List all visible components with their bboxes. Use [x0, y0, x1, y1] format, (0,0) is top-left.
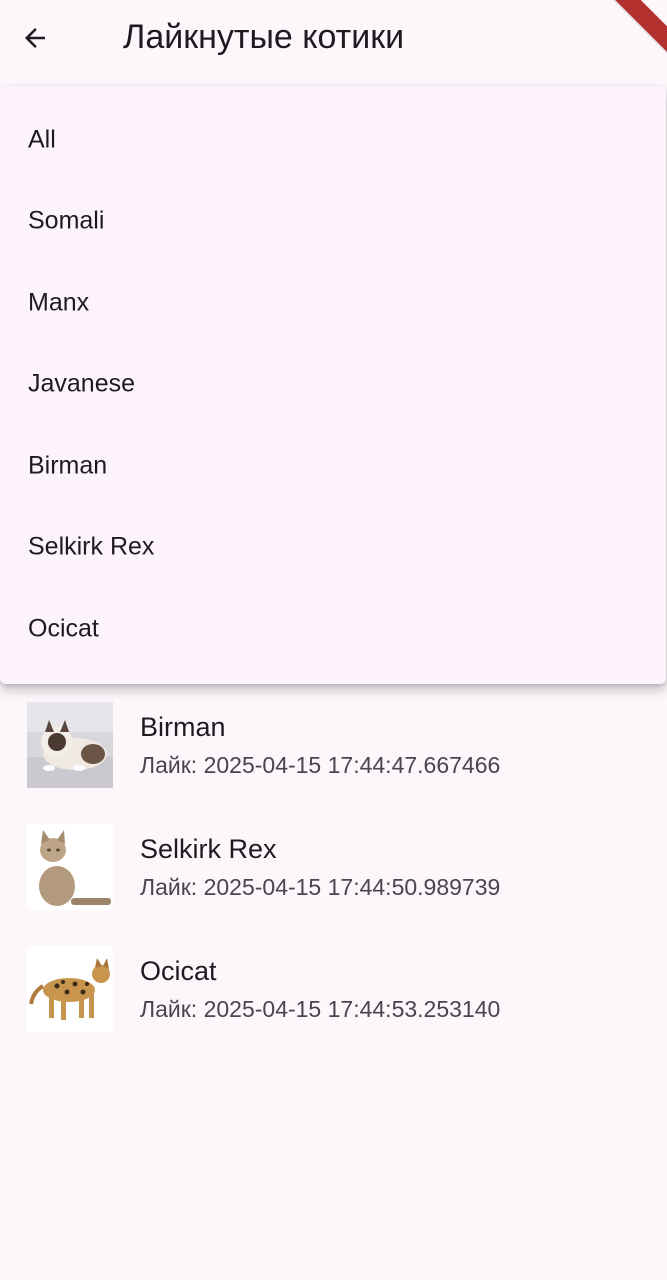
debug-banner — [607, 0, 667, 60]
cat-thumbnail-ocicat — [27, 946, 113, 1032]
cat-photo-selkirk-rex — [27, 824, 113, 910]
liked-timestamp: Лайк: 2025-04-15 17:44:50.989739 — [140, 874, 501, 900]
menu-item-label: Ocicat — [28, 614, 99, 642]
debug-ribbon — [607, 0, 667, 60]
list-item[interactable]: Ocicat Лайк: 2025-04-15 17:44:53.253140 — [0, 940, 667, 1062]
breed-filter-menu: All Somali Manx Javanese Birman Selkirk … — [0, 86, 666, 684]
arrow-back-icon — [25, 28, 45, 48]
cat-thumbnail-selkirk-rex — [27, 824, 113, 910]
cat-breed: Ocicat — [140, 956, 217, 986]
liked-cats-screen: Лайкнутые котики Birman Лайк: 2025-04-15… — [0, 0, 667, 1280]
menu-item-birman[interactable]: Birman — [0, 425, 666, 506]
liked-timestamp: Лайк: 2025-04-15 17:44:53.253140 — [140, 996, 501, 1022]
back-button[interactable] — [20, 14, 76, 62]
liked-timestamp: Лайк: 2025-04-15 17:44:47.667466 — [140, 752, 501, 778]
list-item[interactable]: Selkirk Rex Лайк: 2025-04-15 17:44:50.98… — [0, 818, 667, 940]
app-bar: Лайкнутые котики — [0, 0, 667, 76]
cat-photo-ocicat — [27, 946, 113, 1032]
menu-item-somali[interactable]: Somali — [0, 180, 666, 261]
menu-item-selkirk-rex[interactable]: Selkirk Rex — [0, 506, 666, 587]
list-item[interactable]: Birman Лайк: 2025-04-15 17:44:47.667466 — [0, 696, 667, 818]
menu-item-javanese[interactable]: Javanese — [0, 343, 666, 424]
menu-item-label: Somali — [28, 206, 105, 234]
liked-cats-list: Birman Лайк: 2025-04-15 17:44:47.667466 … — [0, 696, 667, 1062]
cat-breed: Birman — [140, 712, 226, 742]
cat-photo-birman — [27, 702, 113, 788]
menu-item-label: All — [28, 125, 56, 153]
cat-breed: Selkirk Rex — [140, 834, 277, 864]
menu-item-label: Javanese — [28, 369, 136, 397]
menu-item-label: Manx — [28, 288, 90, 316]
menu-item-ocicat[interactable]: Ocicat — [0, 588, 666, 669]
menu-item-label: Birman — [28, 451, 108, 479]
menu-item-label: Selkirk Rex — [28, 532, 155, 560]
menu-item-all[interactable]: All — [0, 99, 666, 180]
page-title: Лайкнутые котики — [123, 18, 405, 56]
menu-item-manx[interactable]: Manx — [0, 262, 666, 343]
cat-thumbnail-birman — [27, 702, 113, 788]
